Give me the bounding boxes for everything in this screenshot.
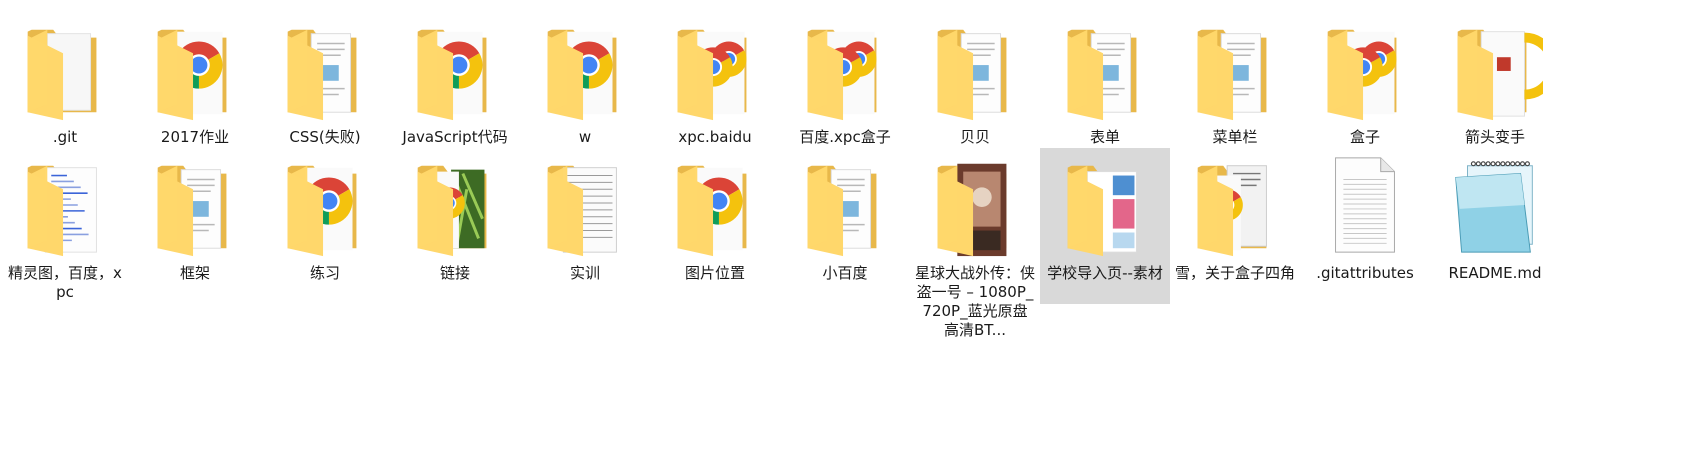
file-explorer-icon-grid: .git 2017作业 CSS(失败) JavaScript代码 w xpc.baidu 百… (0, 0, 1704, 458)
item-label: 星球大战外传：侠盗一号 – 1080P_720P_蓝光原盘高清BT... (915, 264, 1036, 339)
file-item[interactable]: README.md (1430, 148, 1560, 283)
item-label: 2017作业 (160, 128, 230, 146)
item-label: 学校导入页--素材 (1047, 264, 1163, 282)
folder-icon (277, 14, 373, 124)
folder-item[interactable]: 雪，关于盒子四角 (1170, 148, 1300, 283)
folder-item[interactable]: 图片位置 (650, 148, 780, 283)
item-label: 小百度 (822, 264, 868, 282)
folder-icon (147, 150, 243, 260)
folder-item[interactable]: CSS(失败) (260, 12, 390, 147)
folder-item[interactable]: w (520, 12, 650, 147)
folder-icon (1057, 14, 1153, 124)
folder-item[interactable]: 贝贝 (910, 12, 1040, 147)
folder-item[interactable]: 学校导入页--素材 (1040, 148, 1170, 304)
file-item[interactable]: .gitattributes (1300, 148, 1430, 283)
folder-icon (797, 150, 893, 260)
folder-icon (537, 14, 633, 124)
folder-icon (537, 150, 633, 260)
folder-item[interactable]: 精灵图，百度，xpc (0, 148, 130, 302)
folder-icon (1057, 150, 1153, 260)
item-label: 表单 (1089, 128, 1120, 146)
folder-item[interactable]: 练习 (260, 148, 390, 283)
notepad-icon (1447, 150, 1543, 260)
folder-item[interactable]: 实训 (520, 148, 650, 283)
folder-icon (667, 14, 763, 124)
folder-item[interactable]: 箭头变手 (1430, 12, 1560, 147)
folder-item[interactable]: 链接 (390, 148, 520, 283)
folder-icon (407, 150, 503, 260)
folder-item[interactable]: 小百度 (780, 148, 910, 283)
item-label: 百度.xpc盒子 (799, 128, 891, 146)
folder-icon (667, 150, 763, 260)
item-label: 箭头变手 (1464, 128, 1525, 146)
item-label: 菜单栏 (1212, 128, 1258, 146)
item-label: 盒子 (1349, 128, 1380, 146)
folder-icon (277, 150, 373, 260)
folder-icon (1447, 14, 1543, 124)
folder-item[interactable]: JavaScript代码 (390, 12, 520, 147)
item-label: .git (52, 128, 78, 146)
folder-icon (927, 14, 1023, 124)
folder-item[interactable]: 盒子 (1300, 12, 1430, 147)
folder-icon (407, 14, 503, 124)
item-label: w (578, 128, 592, 146)
text-file-icon (1317, 150, 1413, 260)
folder-icon (147, 14, 243, 124)
folder-item[interactable]: 2017作业 (130, 12, 260, 147)
folder-icon (17, 150, 113, 260)
item-label: 贝贝 (959, 128, 990, 146)
folder-icon (927, 150, 1023, 260)
item-label: 精灵图，百度，xpc (8, 264, 122, 301)
item-label: JavaScript代码 (402, 128, 508, 146)
folder-icon (1187, 150, 1283, 260)
item-label: 练习 (309, 264, 340, 282)
folder-item[interactable]: 菜单栏 (1170, 12, 1300, 147)
folder-icon (797, 14, 893, 124)
item-label: xpc.baidu (678, 128, 752, 146)
item-label: CSS(失败) (289, 128, 361, 146)
item-label: 雪，关于盒子四角 (1175, 264, 1296, 282)
folder-item[interactable]: 框架 (130, 148, 260, 283)
folder-icon (17, 14, 113, 124)
folder-item[interactable]: 百度.xpc盒子 (780, 12, 910, 147)
item-label: .gitattributes (1316, 264, 1414, 282)
item-label: 框架 (179, 264, 210, 282)
item-label: 图片位置 (684, 264, 745, 282)
folder-icon (1317, 14, 1413, 124)
folder-icon (1187, 14, 1283, 124)
folder-item[interactable]: 星球大战外传：侠盗一号 – 1080P_720P_蓝光原盘高清BT... (910, 148, 1040, 340)
folder-item[interactable]: 表单 (1040, 12, 1170, 147)
item-label: 实训 (569, 264, 600, 282)
item-label: 链接 (439, 264, 470, 282)
item-label: README.md (1448, 264, 1542, 282)
folder-item[interactable]: xpc.baidu (650, 12, 780, 147)
folder-item[interactable]: .git (0, 12, 130, 147)
